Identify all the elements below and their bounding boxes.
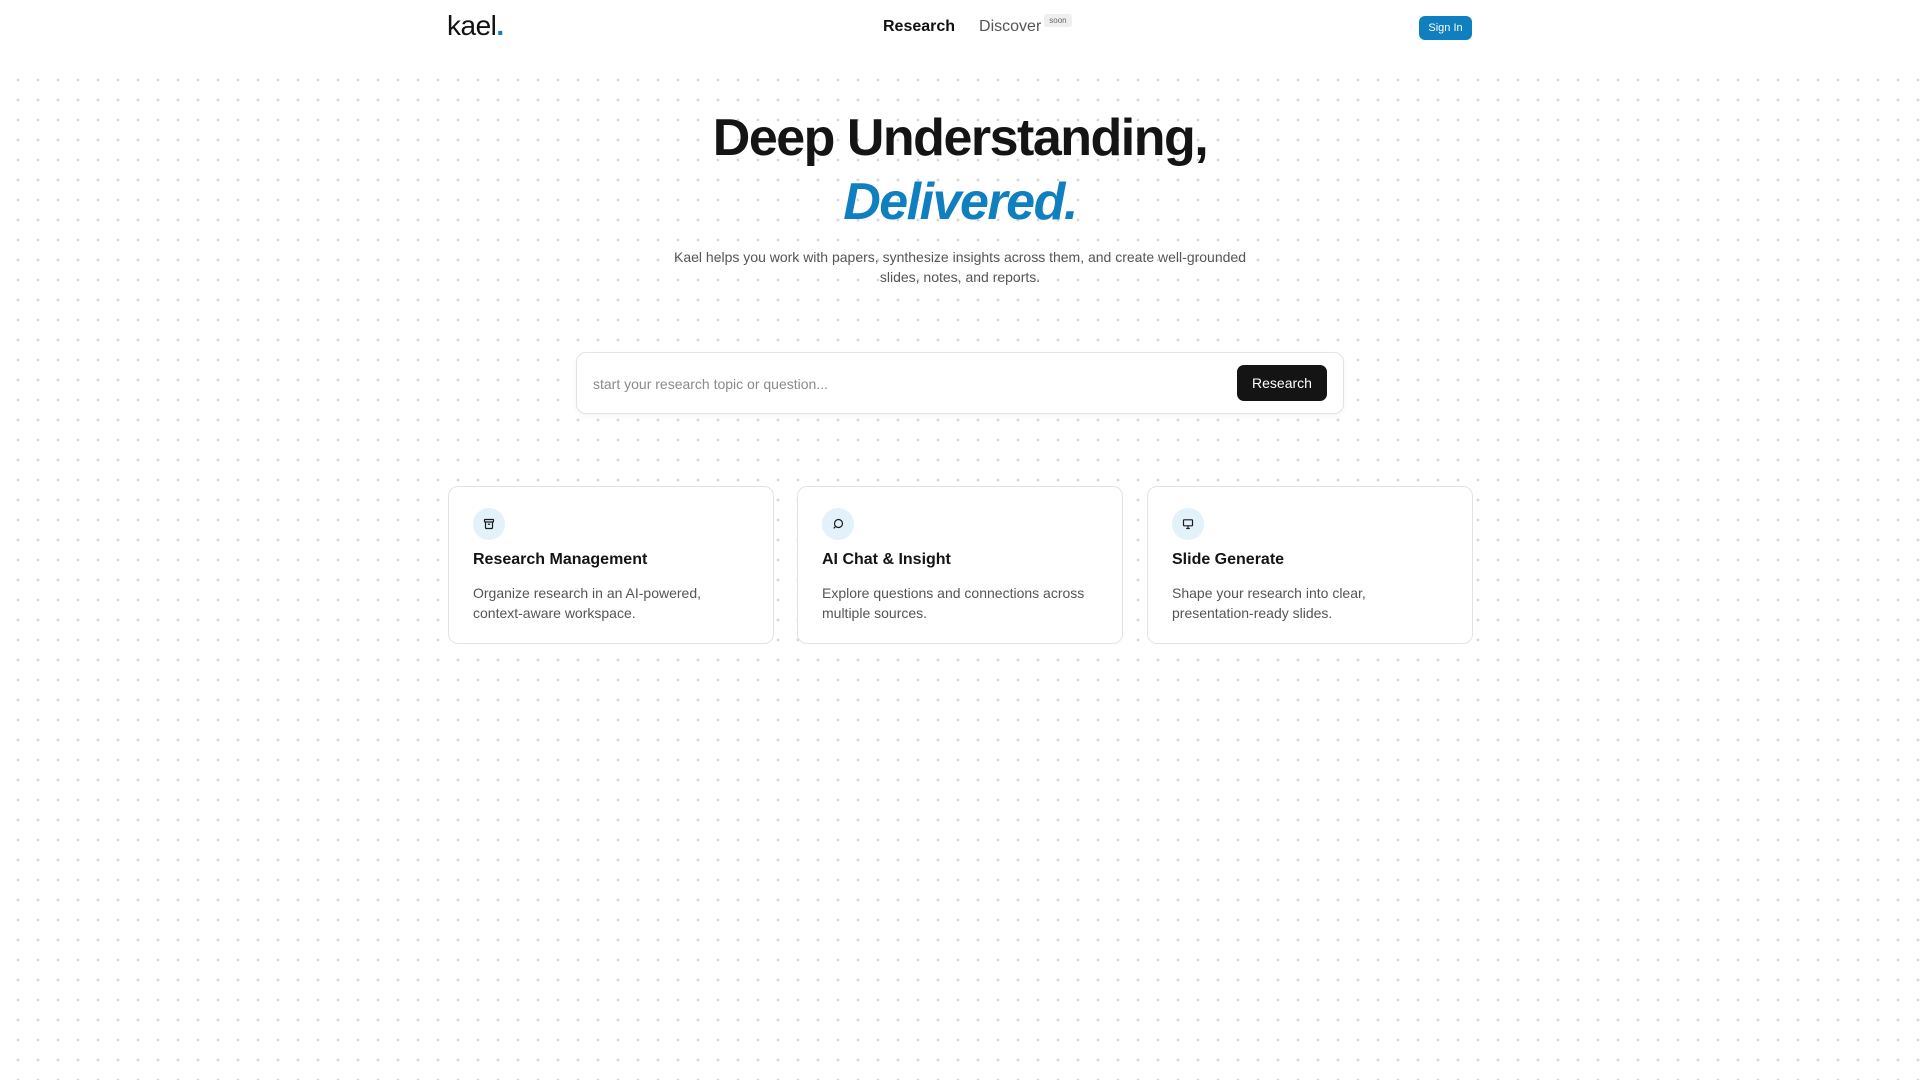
card-description: Shape your research into clear, presenta… (1172, 585, 1366, 621)
chat-bubble-icon (822, 508, 854, 540)
search-input[interactable] (593, 369, 1213, 399)
card-description: Organize research in an AI-powered, cont… (473, 585, 702, 621)
card-title: Slide Generate (1172, 551, 1285, 568)
card-title: AI Chat & Insight (822, 551, 951, 568)
top-header: kael. Research Discover soon Sign In (0, 0, 1920, 64)
soon-badge: soon (1044, 14, 1072, 27)
main-nav: Research Discover soon (883, 14, 1072, 36)
nav-discover-label: Discover (979, 18, 1042, 35)
hero-title: Deep Understanding, (712, 109, 1209, 167)
feature-card-ai-chat[interactable]: AI Chat & Insight Explore questions and … (797, 486, 1123, 644)
page: kael. Research Discover soon Sign In Dee… (0, 0, 1920, 1080)
nav-discover[interactable]: Discover soon (979, 14, 1072, 36)
archive-icon (473, 508, 505, 540)
card-title: Research Management (473, 551, 648, 568)
feature-card-research-management[interactable]: Research Management Organize research in… (448, 486, 774, 644)
logo-text: kael (447, 10, 497, 41)
nav-research[interactable]: Research (883, 18, 955, 36)
logo-dot: . (496, 10, 504, 41)
presentation-icon (1172, 508, 1204, 540)
logo[interactable]: kael. (447, 10, 504, 42)
research-button[interactable]: Research (1237, 365, 1327, 401)
search-box: Research (576, 352, 1344, 414)
hero-subtitle: Kael helps you work with papers, synthes… (674, 249, 1246, 285)
hero-accent-title: Delivered. (843, 173, 1078, 231)
sign-in-button[interactable]: Sign In (1419, 16, 1472, 40)
feature-card-slide-generate[interactable]: Slide Generate Shape your research into … (1147, 486, 1473, 644)
card-description: Explore questions and connections across… (822, 585, 1085, 621)
